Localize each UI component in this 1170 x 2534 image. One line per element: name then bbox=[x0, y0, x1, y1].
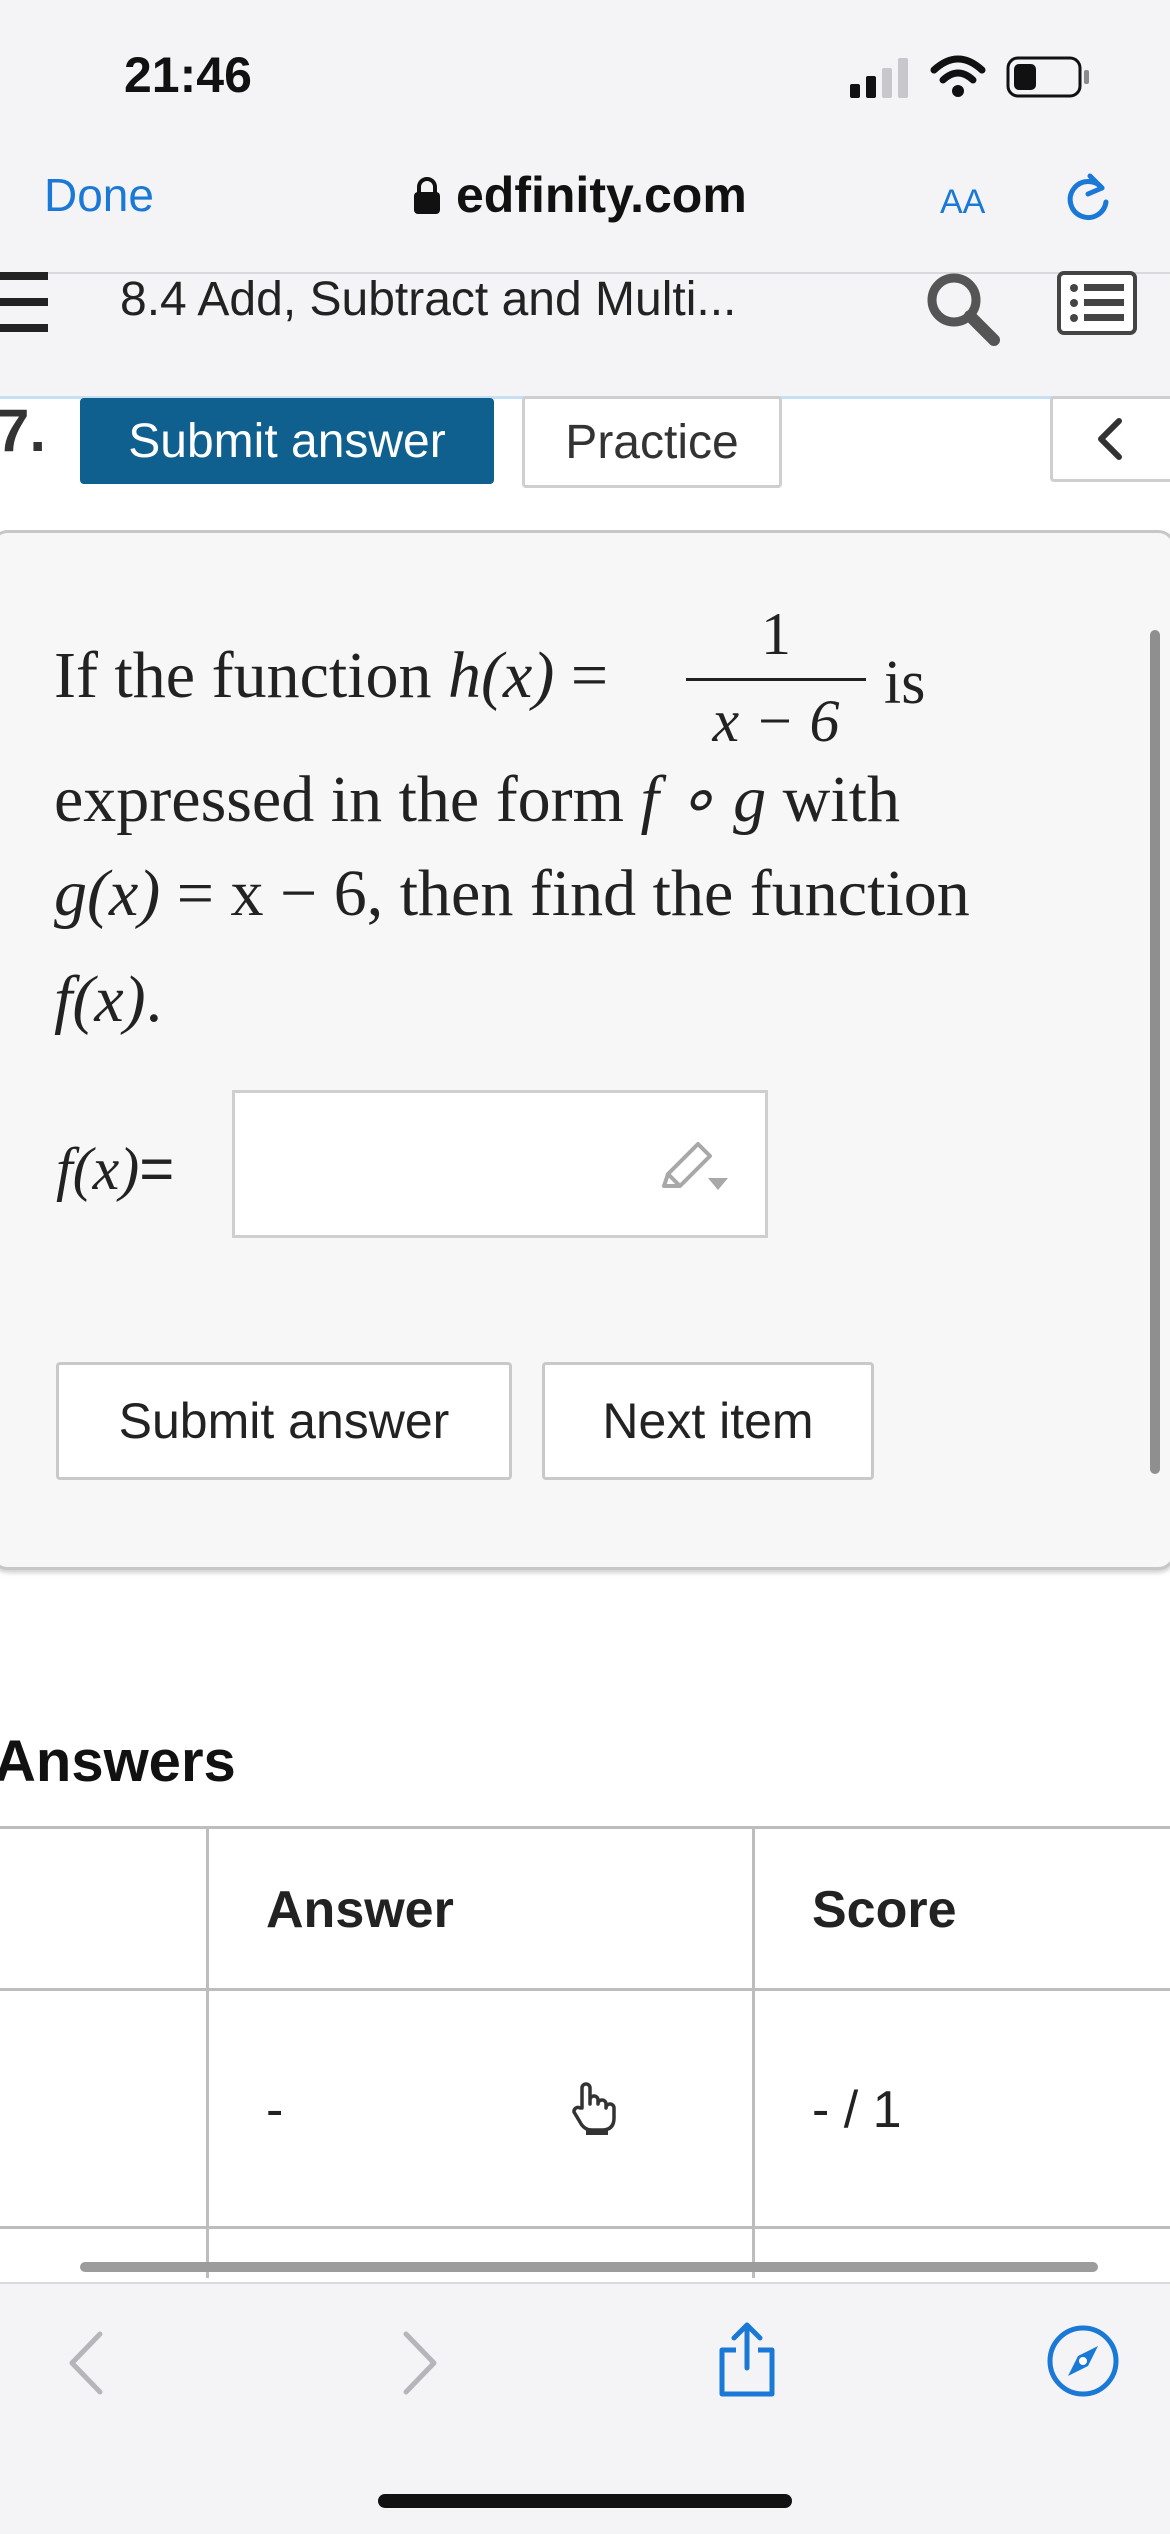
next-item-button[interactable]: Next item bbox=[542, 1362, 874, 1480]
card-scrollbar[interactable] bbox=[1150, 630, 1160, 1474]
page-scroll-indicator[interactable] bbox=[80, 2262, 1098, 2272]
answers-heading: Answers bbox=[0, 1729, 236, 1794]
done-button[interactable]: Done bbox=[44, 168, 154, 222]
table-column-divider bbox=[206, 1826, 209, 2278]
h-of-x: h(x) bbox=[448, 639, 555, 712]
question-is-text: is bbox=[884, 649, 926, 717]
forward-arrow-icon[interactable] bbox=[396, 2328, 446, 2398]
question-line-3: g(x) = x − 6, then find the function bbox=[54, 856, 970, 932]
answer-label-equals: = bbox=[139, 1135, 175, 1202]
wifi-icon bbox=[930, 55, 986, 97]
column-header-answer: Answer bbox=[266, 1881, 454, 1939]
table-header-border bbox=[0, 1988, 1170, 1991]
lock-icon bbox=[414, 177, 440, 214]
item-number: 7. bbox=[0, 397, 47, 464]
menu-icon[interactable] bbox=[0, 270, 50, 336]
compass-icon[interactable] bbox=[1044, 2322, 1122, 2400]
home-indicator[interactable] bbox=[378, 2494, 792, 2508]
signal-icon bbox=[850, 58, 908, 98]
table-cell-score: - / 1 bbox=[812, 2081, 902, 2139]
equals-sign: = bbox=[554, 639, 609, 712]
answer-label-fx: f(x) bbox=[56, 1136, 140, 1202]
fraction: 1 x − 6 bbox=[686, 600, 866, 756]
table-row-border bbox=[0, 2226, 1170, 2229]
list-icon[interactable] bbox=[1056, 270, 1138, 336]
g-definition: = x − 6, bbox=[160, 857, 400, 930]
answer-label: f(x)= bbox=[56, 1134, 174, 1204]
share-icon[interactable] bbox=[712, 2320, 782, 2400]
page-title: 8.4 Add, Subtract and Multi... bbox=[120, 273, 737, 326]
expressed-text: expressed in the form bbox=[54, 763, 641, 836]
submit-answer-button-top[interactable]: Submit answer bbox=[80, 398, 494, 484]
status-time: 21:46 bbox=[124, 47, 252, 103]
pencil-icon[interactable] bbox=[658, 1140, 734, 1200]
question-line-1: If the function h(x) = bbox=[54, 638, 608, 714]
battery-icon bbox=[1006, 56, 1089, 98]
reload-icon[interactable] bbox=[1062, 172, 1114, 224]
text-size-button[interactable]: AA bbox=[940, 170, 985, 224]
column-header-score: Score bbox=[812, 1881, 957, 1939]
browser-chrome bbox=[0, 0, 1170, 272]
domain-text: edfinity.com bbox=[456, 167, 747, 223]
fraction-denominator: x − 6 bbox=[712, 688, 840, 754]
with-text: with bbox=[766, 763, 900, 836]
period: . bbox=[145, 963, 163, 1036]
then-text: then find the function bbox=[399, 857, 970, 930]
table-cell-answer: - bbox=[266, 2081, 284, 2139]
g-of-x: g(x) bbox=[54, 857, 161, 930]
search-icon[interactable] bbox=[920, 266, 1004, 350]
back-arrow-icon[interactable] bbox=[60, 2328, 110, 2398]
text-size-label: AA bbox=[940, 183, 986, 221]
hint-hand-icon[interactable] bbox=[568, 2080, 624, 2136]
f-of-x: f(x) bbox=[54, 963, 146, 1036]
fraction-bar bbox=[686, 678, 866, 681]
fraction-numerator: 1 bbox=[761, 601, 791, 667]
previous-item-button[interactable] bbox=[1050, 396, 1170, 482]
question-if-text: If the function bbox=[54, 639, 449, 712]
table-top-border bbox=[0, 1826, 1170, 1829]
question-line-2: expressed in the form f ∘ g with bbox=[54, 760, 900, 838]
submit-answer-button[interactable]: Submit answer bbox=[56, 1362, 512, 1480]
practice-button[interactable]: Practice bbox=[522, 396, 782, 488]
question-line-4: f(x). bbox=[54, 962, 162, 1038]
address-bar[interactable]: edfinity.com bbox=[412, 166, 747, 224]
chevron-left-icon bbox=[1098, 418, 1122, 460]
table-column-divider bbox=[752, 1826, 755, 2278]
composition: f ∘ g bbox=[640, 763, 767, 836]
